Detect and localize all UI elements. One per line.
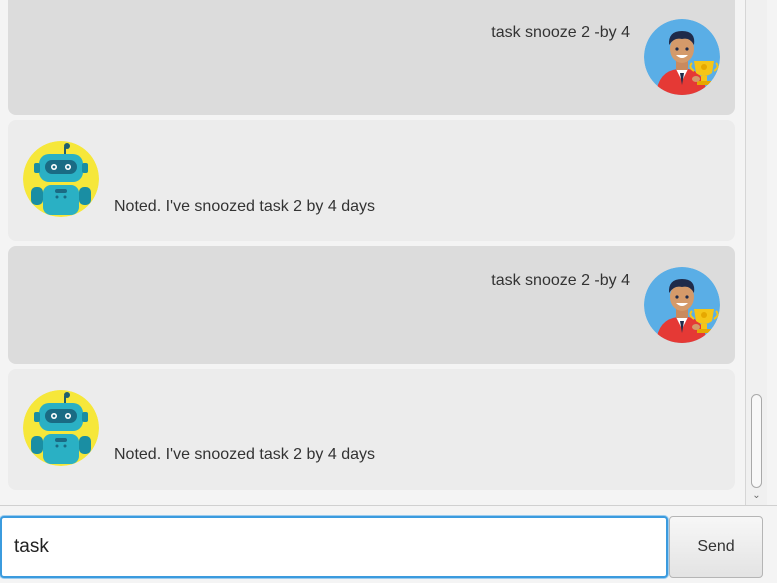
vertical-scrollbar[interactable]: ⌄ [745,0,767,505]
robot-avatar-icon [23,141,99,217]
bot-dialog: Noted. I've snoozed task 2 by 4 days [8,369,735,490]
scroll-down-arrow-icon[interactable]: ⌄ [746,488,767,504]
send-button[interactable]: Send [669,516,763,578]
user-message-text: task snooze 2 -by 4 [491,272,630,289]
user-trophy-avatar-icon [644,267,720,343]
robot-avatar-icon [23,390,99,466]
chat-app: task snooze 2 -by 4 Noted. I've snoozed … [0,0,777,583]
user-trophy-avatar-icon [644,19,720,95]
message-input[interactable] [0,516,668,578]
window-edge [767,0,777,583]
bot-message-text: Noted. I've snoozed task 2 by 4 days [114,198,375,215]
user-dialog: task snooze 2 -by 4 [8,246,735,364]
scrollbar-thumb[interactable] [751,394,762,488]
input-bar: Send [0,505,777,583]
bot-message-text: Noted. I've snoozed task 2 by 4 days [114,446,375,463]
user-dialog: task snooze 2 -by 4 [8,0,735,115]
bot-dialog: Noted. I've snoozed task 2 by 4 days [8,120,735,241]
dialog-container[interactable]: task snooze 2 -by 4 Noted. I've snoozed … [0,0,745,505]
user-message-text: task snooze 2 -by 4 [491,24,630,41]
